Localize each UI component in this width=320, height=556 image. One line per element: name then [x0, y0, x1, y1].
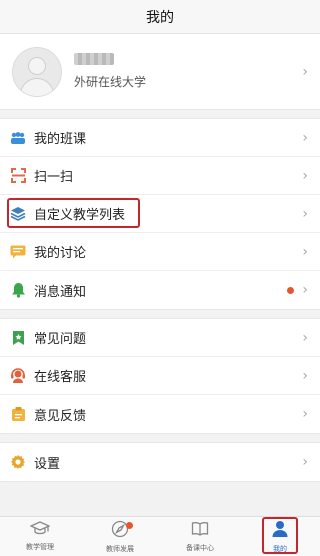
- menu-label: 消息通知: [34, 284, 87, 300]
- menu-item-settings[interactable]: 设置 ›: [0, 443, 320, 481]
- tab-label: 教学管理: [26, 543, 54, 551]
- menu-item-faq[interactable]: 常见问题 ›: [0, 319, 320, 357]
- menu-label: 设置: [34, 456, 61, 472]
- scan-icon: [10, 168, 26, 184]
- tab-teaching-management[interactable]: 教学管理: [0, 517, 80, 556]
- menu-item-feedback[interactable]: 意见反馈 ›: [0, 395, 320, 433]
- menu-label: 扫一扫: [34, 170, 74, 185]
- page-title: 我的: [146, 9, 174, 26]
- highlight-box: [262, 517, 298, 554]
- chevron-right-icon: ›: [302, 368, 308, 384]
- menu-label: 意见反馈: [34, 408, 87, 424]
- chevron-right-icon: ›: [302, 168, 308, 184]
- menu-item-my-classes[interactable]: 我的班课 ›: [0, 119, 320, 157]
- menu-label: 我的班课: [34, 132, 87, 147]
- school-name: 外研在线大学: [74, 75, 147, 89]
- chevron-right-icon: ›: [302, 206, 308, 222]
- chevron-right-icon: ›: [302, 282, 308, 298]
- chevron-right-icon: ›: [302, 244, 308, 260]
- gear-icon: [10, 454, 26, 470]
- chat-icon: [10, 244, 26, 260]
- menu-label: 常见问题: [34, 332, 87, 347]
- graduation-cap-icon: [29, 521, 51, 540]
- menu-item-online-support[interactable]: 在线客服 ›: [0, 357, 320, 395]
- avatar: [12, 46, 62, 97]
- menu-label: 我的讨论: [34, 246, 87, 261]
- bookmark-icon: [10, 330, 26, 346]
- unread-dot: [287, 287, 294, 294]
- feedback-icon: [10, 406, 26, 422]
- menu-item-scan[interactable]: 扫一扫 ›: [0, 157, 320, 195]
- tab-label: 教师发展: [106, 544, 134, 553]
- tab-lesson-prep-center[interactable]: 备课中心: [160, 517, 240, 556]
- menu-item-notifications[interactable]: 消息通知 ›: [0, 271, 320, 309]
- chevron-right-icon: ›: [302, 406, 308, 422]
- chevron-right-icon: ›: [302, 330, 308, 346]
- book-icon: [191, 521, 209, 541]
- menu-group-3: 设置 ›: [0, 442, 320, 482]
- chevron-right-icon: ›: [302, 63, 308, 80]
- profile-card[interactable]: 外研在线大学 ›: [0, 34, 320, 110]
- menu-group-2: 常见问题 › 在线客服 › 意见反馈 ›: [0, 318, 320, 434]
- menu-item-custom-teaching-list[interactable]: 自定义教学列表 ›: [0, 195, 320, 233]
- headset-icon: [10, 367, 26, 384]
- menu-label: 在线客服: [34, 370, 87, 385]
- chevron-right-icon: ›: [302, 454, 308, 470]
- bell-icon: [10, 282, 26, 298]
- blurred-username: [74, 53, 114, 65]
- highlight-box: [7, 198, 140, 228]
- chevron-right-icon: ›: [302, 130, 308, 146]
- people-icon: [10, 130, 26, 146]
- notification-badge: [126, 522, 133, 529]
- menu-item-my-discussions[interactable]: 我的讨论 ›: [0, 233, 320, 271]
- menu-group-1: 我的班课 › 扫一扫 › 自定义教学列表 › 我的讨论 › 消息通知 ›: [0, 118, 320, 310]
- tab-label: 备课中心: [186, 543, 214, 552]
- tab-teacher-development[interactable]: 教师发展: [80, 517, 160, 556]
- bottom-tab-bar: 教学管理 教师发展 备课中心 我的: [0, 516, 320, 556]
- page-header: 我的: [0, 0, 320, 34]
